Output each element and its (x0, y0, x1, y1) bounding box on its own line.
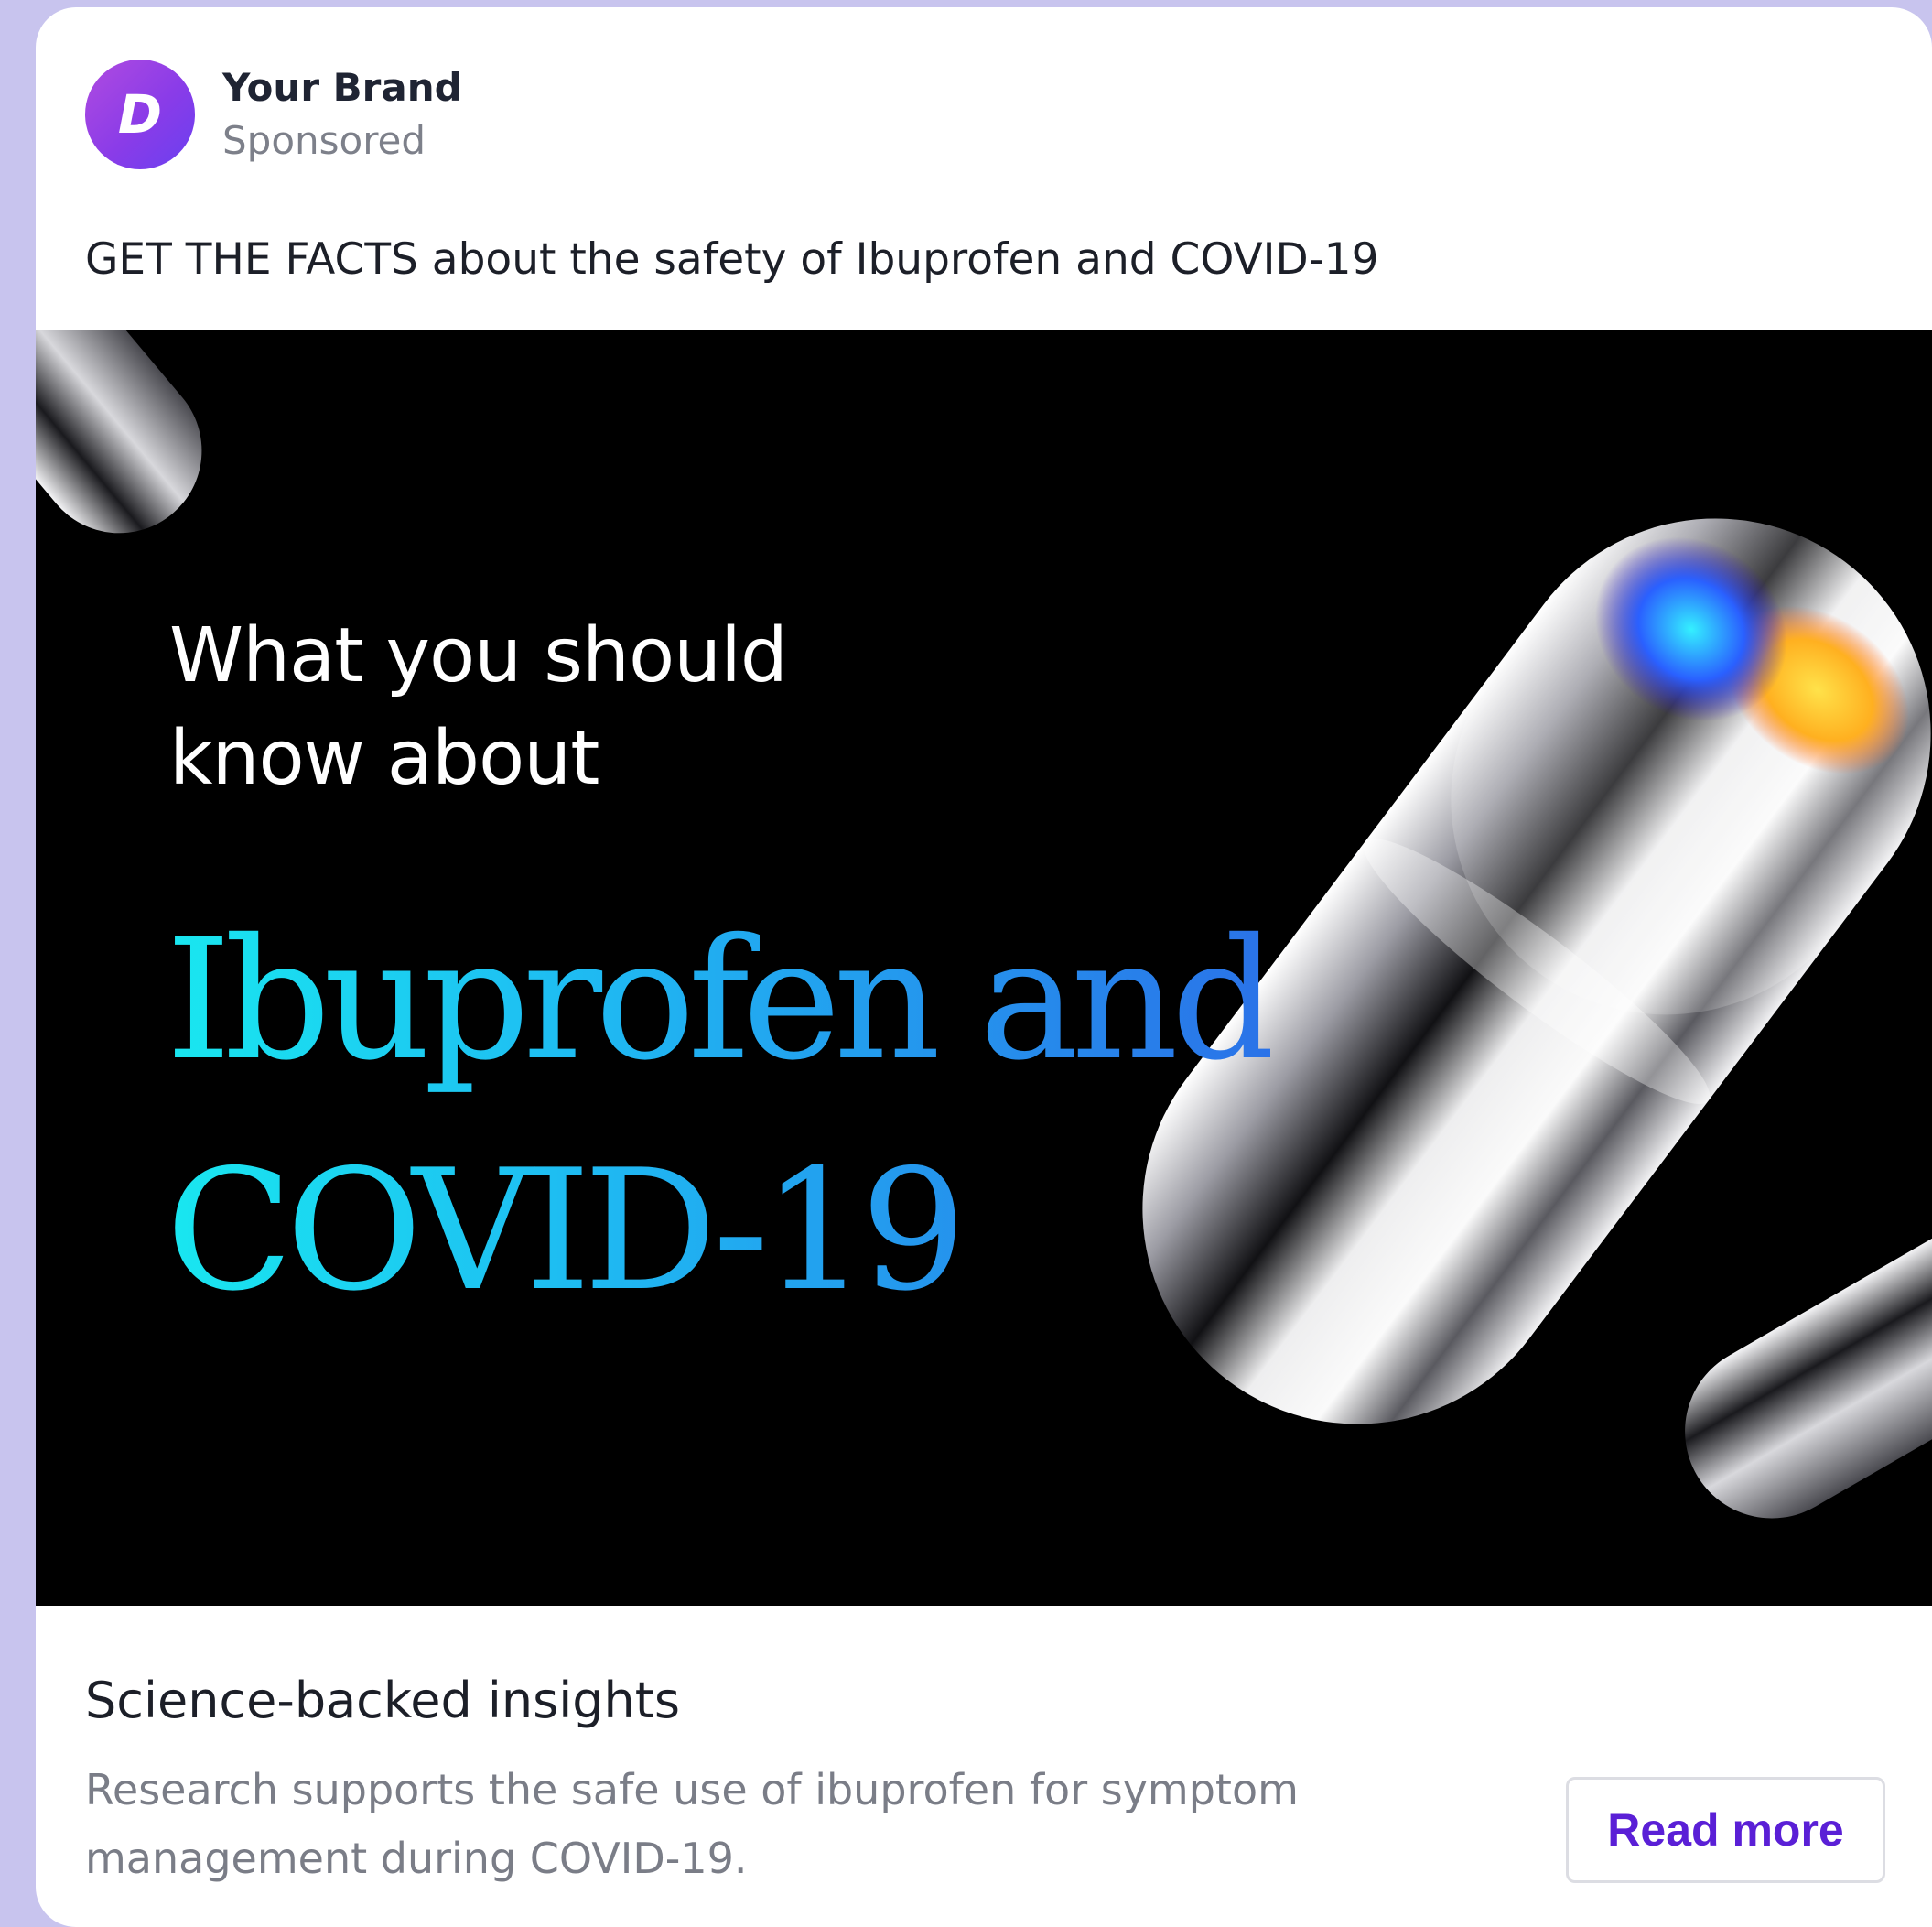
ad-image[interactable]: What you should know about Ibuprofen and… (36, 330, 1932, 1606)
sponsored-label: Sponsored (222, 118, 426, 163)
media-lead-text: What you should know about (169, 605, 788, 810)
media-headline: Ibuprofen and COVID-19 (166, 884, 1270, 1346)
media-headline-line-2: COVID-19 (166, 1133, 959, 1327)
sponsored-post-card: D Your Brand Sponsored GET THE FACTS abo… (36, 7, 1932, 1927)
footer-description: Research supports the safe use of ibupro… (85, 1765, 1299, 1883)
media-headline-line-1: Ibuprofen and (166, 903, 1271, 1097)
brand-avatar[interactable]: D (85, 60, 195, 169)
read-more-button[interactable]: Read more (1566, 1777, 1885, 1883)
media-lead-line-2: know about (169, 715, 599, 802)
avatar-letter: D (117, 83, 163, 146)
brand-info: Your Brand Sponsored (222, 61, 462, 168)
top-left-capsule (36, 330, 202, 534)
media-lead-line-1: What you should (169, 612, 788, 699)
post-header: D Your Brand Sponsored (85, 58, 462, 171)
post-caption: GET THE FACTS about the safety of Ibupro… (85, 234, 1379, 285)
brand-name[interactable]: Your Brand (222, 61, 462, 114)
right-edge-capsule (1685, 1220, 1932, 1519)
footer-title: Science-backed insights (85, 1672, 681, 1729)
